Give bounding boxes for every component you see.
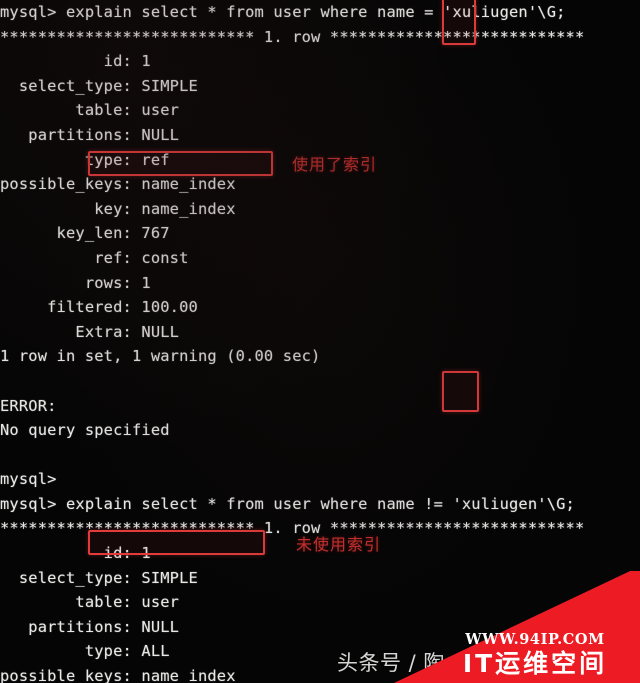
annotation-not-used-index: 未使用索引 [296,535,382,554]
watermark-text-group: WWW.94IP.COM IT运维空间 [436,631,634,679]
highlight-box-key-null [88,530,265,555]
watermark-site-name: IT运维空间 [462,649,608,678]
highlight-box-not-equals-operator [442,371,479,412]
highlight-box-key-name-index [88,151,273,176]
highlight-box-equals-operator [442,0,476,45]
annotation-used-index: 使用了索引 [292,155,378,174]
site-watermark: WWW.94IP.COM IT运维空间 [394,571,640,683]
watermark-url: WWW.94IP.COM [465,631,605,648]
terminal-window: mysql> explain select * from user where … [0,0,640,683]
